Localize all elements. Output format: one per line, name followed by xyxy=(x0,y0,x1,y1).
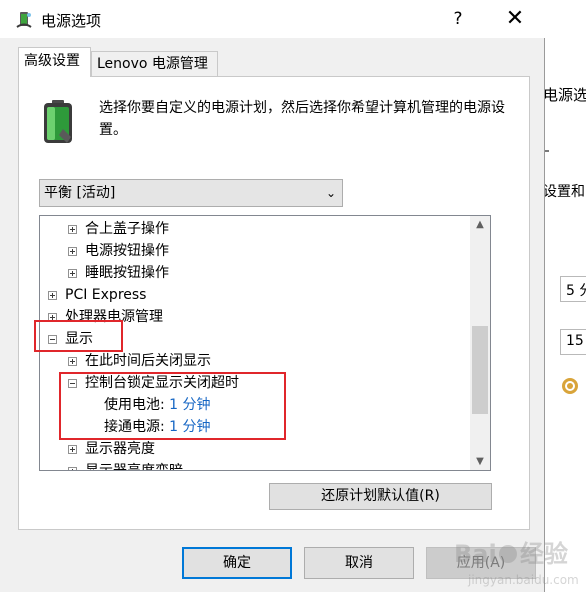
expand-plus-icon[interactable] xyxy=(68,225,77,234)
power-options-icon xyxy=(16,12,32,28)
background-dropdown-2[interactable]: 15 xyxy=(560,329,586,355)
advanced-settings-panel: 选择你要自定义的电源计划，然后选择你希望计算机管理的电源设置。 平衡 [活动] … xyxy=(18,76,530,530)
tree-item-turn-off-display-after[interactable]: 在此时间后关闭显示 xyxy=(68,350,211,372)
window-title: 电源选项 xyxy=(41,12,102,30)
tree-item-processor-power-management[interactable]: 处理器电源管理 xyxy=(48,306,163,328)
expand-plus-icon[interactable] xyxy=(68,357,77,366)
tree-item-console-lock-display-timeout[interactable]: 控制台锁定显示关闭超时 xyxy=(68,372,239,394)
expand-plus-icon[interactable] xyxy=(68,467,77,470)
ok-button[interactable]: 确定 xyxy=(182,547,292,579)
chevron-down-icon: ⌄ xyxy=(325,186,336,200)
tab-lenovo-power-management[interactable]: Lenovo 电源管理 xyxy=(91,51,218,77)
on-battery-value[interactable]: 1 分钟 xyxy=(169,397,210,413)
tree-item-display-brightness[interactable]: 显示器亮度 xyxy=(68,438,155,460)
close-button[interactable]: ✕ xyxy=(500,4,530,34)
collapse-minus-icon[interactable] xyxy=(68,379,77,388)
settings-tree-content: 合上盖子操作 电源按钮操作 睡眠按钮操作 PCI Express 处理器电源管理… xyxy=(40,216,470,470)
plugged-in-value[interactable]: 1 分钟 xyxy=(169,419,210,435)
close-icon: ✕ xyxy=(505,6,525,31)
tree-item-on-battery[interactable]: 使用电池: 1 分钟 xyxy=(104,394,211,416)
tree-item-display[interactable]: 显示 xyxy=(48,328,93,350)
expand-plus-icon[interactable] xyxy=(68,269,77,278)
background-dropdown-1[interactable]: 5 分 xyxy=(560,276,586,302)
cancel-button[interactable]: 取消 xyxy=(304,547,414,579)
svg-text:经验: 经验 xyxy=(520,540,568,568)
tab-advanced-settings[interactable]: 高级设置 xyxy=(18,47,91,77)
scroll-down-icon[interactable]: ▼ xyxy=(470,453,490,470)
expand-plus-icon[interactable] xyxy=(48,313,57,322)
help-button[interactable]: ? xyxy=(444,6,472,32)
tree-scrollbar[interactable]: ▲ ▼ xyxy=(470,216,490,470)
scroll-up-icon[interactable]: ▲ xyxy=(470,216,490,233)
svg-text:jingyan.baidu.com: jingyan.baidu.com xyxy=(467,573,579,587)
scrollbar-thumb[interactable] xyxy=(472,326,488,414)
tree-item-power-button-action[interactable]: 电源按钮操作 xyxy=(68,240,169,262)
power-plan-selected: 平衡 [活动] xyxy=(44,185,116,201)
expand-plus-icon[interactable] xyxy=(68,445,77,454)
background-text: 设置和 xyxy=(543,184,585,200)
baidu-watermark: Bai 经验 jingyan.baidu.com xyxy=(454,540,579,587)
svg-text:Bai: Bai xyxy=(454,540,497,568)
settings-tree[interactable]: 合上盖子操作 电源按钮操作 睡眠按钮操作 PCI Express 处理器电源管理… xyxy=(39,215,491,471)
tree-item-lid-close-action[interactable]: 合上盖子操作 xyxy=(68,218,169,240)
title-bar[interactable]: 电源选项 ? ✕ xyxy=(0,0,545,38)
expand-plus-icon[interactable] xyxy=(48,291,57,300)
battery-icon xyxy=(44,100,72,143)
tree-item-dimmed-display-brightness[interactable]: 显示器亮度变暗 xyxy=(68,460,183,470)
tree-item-pci-express[interactable]: PCI Express xyxy=(48,284,146,306)
expand-plus-icon[interactable] xyxy=(68,247,77,256)
background-radio-button[interactable] xyxy=(562,378,578,394)
collapse-minus-icon[interactable] xyxy=(48,335,57,344)
tree-item-sleep-button-action[interactable]: 睡眠按钮操作 xyxy=(68,262,169,284)
power-options-dialog: 电源选项 ? ✕ 高级设置 Lenovo 电源管理 选择你要自定义的电源计划，然… xyxy=(0,0,545,592)
background-window-title: 电源选 xyxy=(543,86,586,104)
tree-item-plugged-in[interactable]: 接通电源: 1 分钟 xyxy=(104,416,211,438)
description-text: 选择你要自定义的电源计划，然后选择你希望计算机管理的电源设置。 xyxy=(99,100,505,138)
restore-plan-defaults-button[interactable]: 还原计划默认值(R) xyxy=(269,483,492,510)
power-plan-dropdown[interactable]: 平衡 [活动] ⌄ xyxy=(39,179,343,207)
